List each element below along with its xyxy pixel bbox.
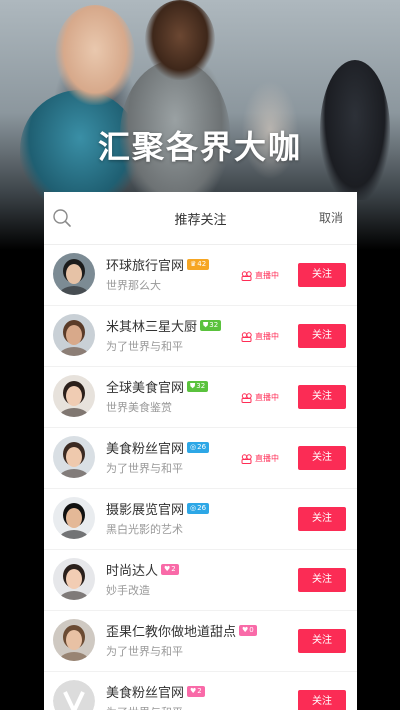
follow-button[interactable]: 关注 — [298, 568, 346, 592]
follow-button[interactable]: 关注 — [298, 385, 346, 409]
avatar[interactable] — [53, 497, 95, 539]
account-subtitle: 黑白光影的艺术 — [106, 523, 183, 536]
follow-button[interactable]: 关注 — [298, 690, 346, 710]
heart-icon: ♥ — [164, 565, 171, 573]
account-name[interactable]: 摄影展览官网 — [106, 499, 184, 518]
live-indicator[interactable]: 直播中 — [241, 331, 279, 342]
level-badge-value: 32 — [196, 382, 206, 390]
avatar[interactable] — [53, 375, 95, 417]
live-label: 直播中 — [255, 454, 279, 463]
account-name[interactable]: 米其林三星大厨 — [106, 316, 197, 335]
account-name-line: 米其林三星大厨 ⛊ 32 — [106, 316, 222, 335]
panel-header: 推荐关注 取消 — [44, 192, 357, 245]
account-subtitle: 世界美食鉴赏 — [106, 401, 172, 414]
live-indicator[interactable]: 直播中 — [241, 270, 279, 281]
level-badge: ⛊ 32 — [200, 320, 222, 331]
account-row[interactable]: 全球美食官网 ⛊ 32 世界美食鉴赏 直播中 关注 — [44, 367, 357, 428]
account-row[interactable]: 歪果仁教你做地道甜点 ♥ 0 为了世界与和平 关注 — [44, 611, 357, 672]
level-badge: ♥ 0 — [239, 625, 257, 636]
avatar[interactable] — [53, 680, 95, 710]
account-name-line: 环球旅行官网 ♛ 42 — [106, 255, 210, 274]
live-camera-icon — [241, 453, 252, 464]
level-badge: ♥ 2 — [161, 564, 179, 575]
heart-icon: ♥ — [190, 687, 197, 695]
level-badge: ◎ 26 — [187, 442, 210, 453]
account-name[interactable]: 美食粉丝官网 — [106, 438, 184, 457]
account-list: 环球旅行官网 ♛ 42 世界那么大 直播中 关注 米其林三星大厨 ⛊ 32 为了世界与和平 直播中关… — [44, 245, 357, 710]
account-row[interactable]: 摄影展览官网 ◎ 26 黑白光影的艺术 关注 — [44, 489, 357, 550]
live-indicator[interactable]: 直播中 — [241, 392, 279, 403]
account-subtitle: 为了世界与和平 — [106, 645, 183, 658]
level-badge-value: 0 — [249, 626, 254, 634]
cancel-button[interactable]: 取消 — [319, 209, 343, 226]
avatar[interactable] — [53, 314, 95, 356]
account-name-line: 时尚达人 ♥ 2 — [106, 560, 179, 579]
heart-icon: ♥ — [242, 626, 249, 634]
panel-title: 推荐关注 — [174, 213, 227, 228]
follow-button[interactable]: 关注 — [298, 324, 346, 348]
level-badge: ♥ 2 — [187, 686, 205, 697]
follow-button[interactable]: 关注 — [298, 446, 346, 470]
level-badge: ⛊ 32 — [187, 381, 209, 392]
hero-photo-person — [145, 0, 215, 80]
account-name-line: 美食粉丝官网 ◎ 26 — [106, 438, 210, 457]
account-name-line: 全球美食官网 ⛊ 32 — [106, 377, 209, 396]
account-row[interactable]: 环球旅行官网 ♛ 42 世界那么大 直播中 关注 — [44, 245, 357, 306]
account-row[interactable]: 美食粉丝官网♥2为了世界与和平关注 — [44, 672, 357, 710]
account-row[interactable]: 时尚达人 ♥ 2 妙手改造 关注 — [44, 550, 357, 611]
level-badge-value: 26 — [197, 443, 207, 451]
target-icon: ◎ — [190, 504, 197, 512]
account-row[interactable]: 美食粉丝官网 ◎ 26 为了世界与和平 直播中 关注 — [44, 428, 357, 489]
account-name[interactable]: 歪果仁教你做地道甜点 — [106, 621, 236, 640]
live-label: 直播中 — [255, 393, 279, 402]
level-badge-value: 32 — [209, 321, 219, 329]
crown-icon: ♛ — [190, 260, 197, 268]
account-name-line: 摄影展览官网 ◎ 26 — [106, 499, 210, 518]
account-subtitle: 为了世界与和平 — [106, 704, 183, 710]
account-subtitle: 为了世界与和平 — [106, 462, 183, 475]
app-screen: 汇聚各界大咖 推荐关注 取消 环球旅行官网 ♛ 42 世界那么大 直播中 关注 米其林三星大… — [0, 0, 400, 710]
account-subtitle: 世界那么大 — [106, 279, 161, 292]
level-badge: ♛ 42 — [187, 259, 210, 270]
live-label: 直播中 — [255, 332, 279, 341]
live-indicator[interactable]: 直播中 — [241, 453, 279, 464]
live-camera-icon — [241, 392, 252, 403]
live-camera-icon — [241, 331, 252, 342]
level-badge-value: 42 — [197, 260, 207, 268]
recommend-follow-panel: 推荐关注 取消 环球旅行官网 ♛ 42 世界那么大 直播中 关注 米其林三星大厨 ⛊ 32 为了世… — [44, 192, 357, 710]
hero-photo-person — [55, 5, 135, 105]
account-name-line: 歪果仁教你做地道甜点 ♥ 0 — [106, 621, 257, 640]
shield-icon: ⛊ — [190, 382, 196, 390]
avatar[interactable] — [53, 436, 95, 478]
account-row[interactable]: 米其林三星大厨 ⛊ 32 为了世界与和平 直播中 关注 — [44, 306, 357, 367]
live-label: 直播中 — [255, 271, 279, 280]
level-badge-value: 2 — [171, 565, 176, 573]
account-name[interactable]: 环球旅行官网 — [106, 255, 184, 274]
hero-title: 汇聚各界大咖 — [97, 128, 302, 166]
level-badge-value: 2 — [197, 687, 202, 695]
follow-button[interactable]: 关注 — [298, 263, 346, 287]
account-name-line: 美食粉丝官网 ♥ 2 — [106, 682, 205, 701]
account-name[interactable]: 美食粉丝官网 — [106, 682, 184, 701]
avatar[interactable] — [53, 253, 95, 295]
target-icon: ◎ — [190, 443, 197, 451]
level-badge-value: 26 — [197, 504, 207, 512]
follow-button[interactable]: 关注 — [298, 629, 346, 653]
shield-icon: ⛊ — [203, 321, 209, 329]
live-camera-icon — [241, 270, 252, 281]
account-subtitle: 为了世界与和平 — [106, 340, 183, 353]
account-subtitle: 妙手改造 — [106, 584, 150, 597]
account-name[interactable]: 全球美食官网 — [106, 377, 184, 396]
avatar[interactable] — [53, 558, 95, 600]
account-name[interactable]: 时尚达人 — [106, 560, 158, 579]
follow-button[interactable]: 关注 — [298, 507, 346, 531]
avatar[interactable] — [53, 619, 95, 661]
level-badge: ◎ 26 — [187, 503, 210, 514]
